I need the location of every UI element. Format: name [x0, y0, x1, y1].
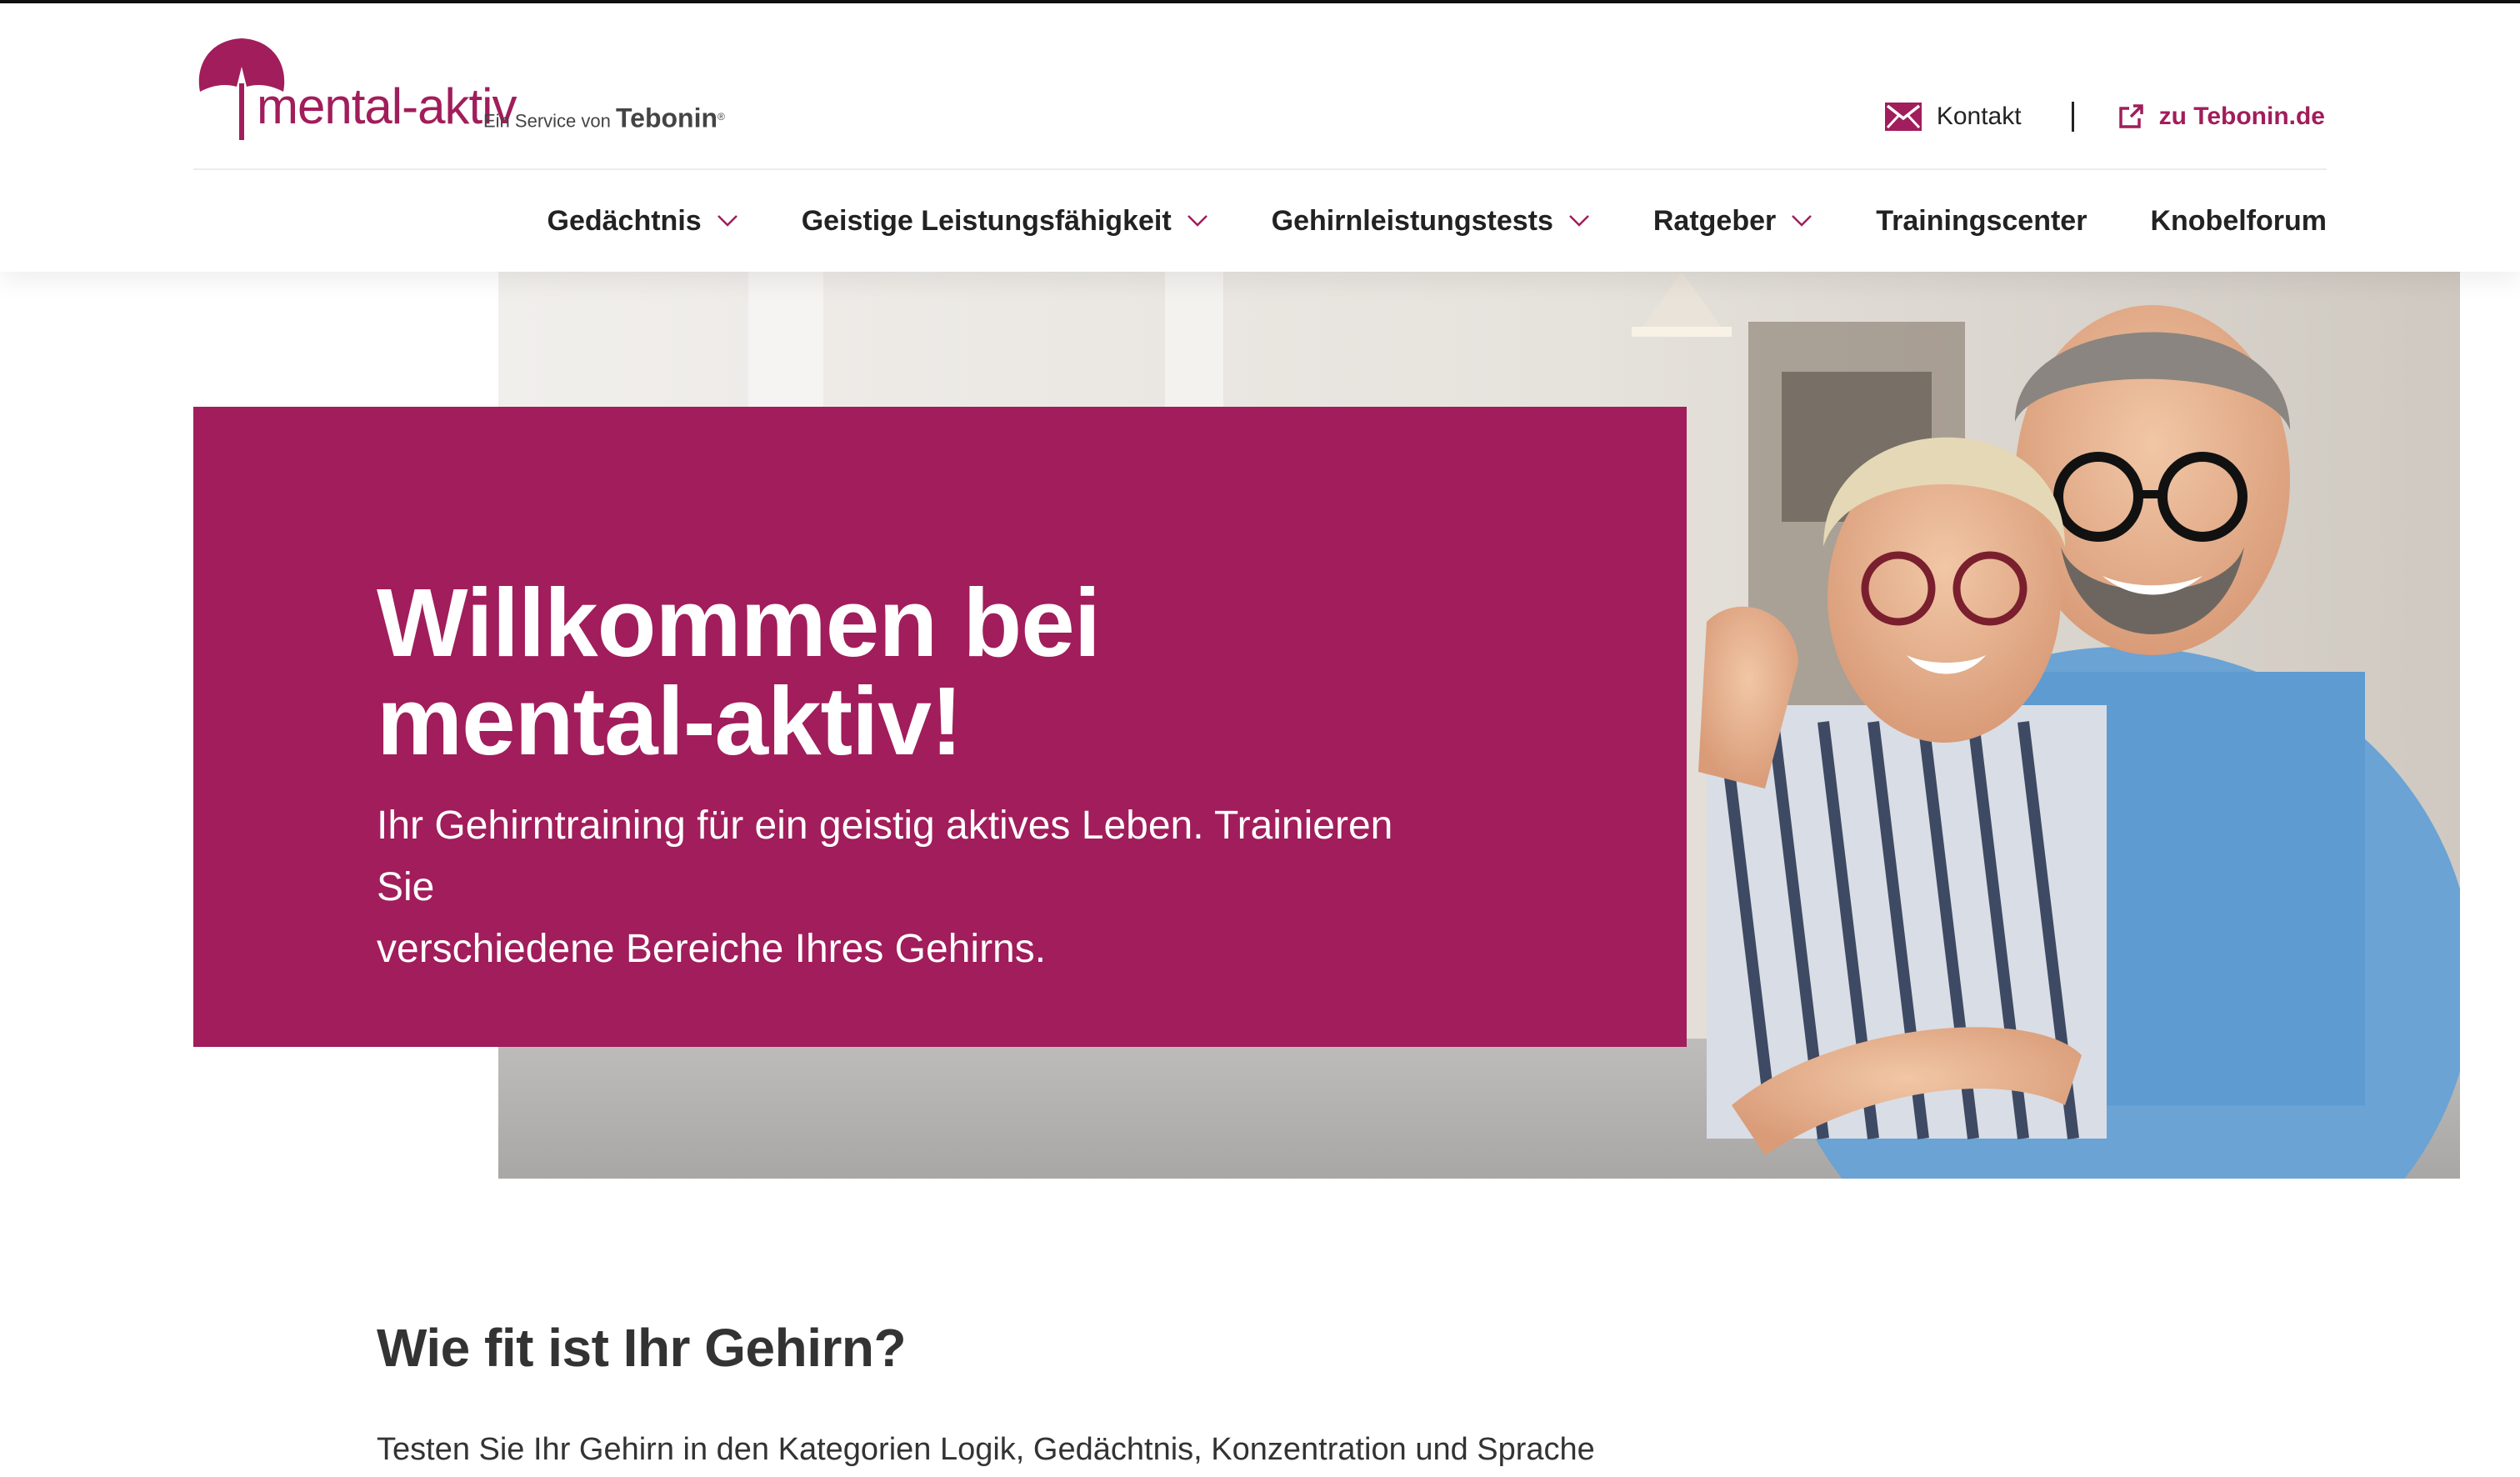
hero-title: Willkommen bei mental-aktiv!: [377, 573, 1460, 770]
site-logo[interactable]: mental-aktiv Ein Service von Tebonin®: [192, 33, 725, 142]
section-title: Wie fit ist Ihr Gehirn?: [377, 1318, 907, 1378]
hero-subtitle: Ihr Gehirntraining für ein geistig aktiv…: [377, 795, 1460, 980]
chevron-down-icon: [1568, 215, 1589, 227]
nav-item-label: Geistige Leistungsfähigkeit: [801, 204, 1172, 237]
header-divider: [193, 168, 2327, 170]
nav-item-gedaechtnis[interactable]: Gedächtnis: [548, 205, 738, 238]
main-nav: Gedächtnis Geistige Leistungsfähigkeit G…: [548, 200, 2327, 242]
hero-title-line2: mental-aktiv!: [377, 667, 963, 775]
logo-tebonin: Tebonin: [615, 103, 718, 133]
nav-item-gehirnleistungstests[interactable]: Gehirnleistungstests: [1272, 205, 1590, 238]
chevron-down-icon: [1792, 215, 1812, 227]
contact-label: Kontakt: [1936, 103, 2022, 130]
section-text: Testen Sie Ihr Gehirn in den Kategorien …: [377, 1432, 1595, 1467]
nav-item-trainingscenter[interactable]: Trainingscenter: [1876, 205, 2087, 238]
nav-item-ratgeber[interactable]: Ratgeber: [1653, 205, 1812, 238]
chevron-down-icon: [1187, 215, 1208, 227]
nav-item-knobelforum[interactable]: Knobelforum: [2150, 205, 2327, 238]
utility-nav: Kontakt zu Tebonin.de: [1884, 100, 2325, 133]
nav-item-label: Gehirnleistungstests: [1271, 204, 1553, 237]
external-link-label: zu Tebonin.de: [2158, 103, 2325, 130]
nav-item-label: Trainingscenter: [1876, 204, 2088, 237]
hero-title-line1: Willkommen bei: [377, 568, 1101, 677]
contact-link[interactable]: Kontakt: [1884, 103, 2022, 131]
utility-separator: [2071, 102, 2074, 132]
nav-item-label: Ratgeber: [1652, 204, 1777, 237]
nav-item-label: Gedächtnis: [547, 204, 702, 237]
nav-item-geistige-leistungsfaehigkeit[interactable]: Geistige Leistungsfähigkeit: [802, 205, 1208, 238]
chevron-down-icon: [717, 215, 738, 227]
hero-panel: Willkommen bei mental-aktiv! Ihr Gehirnt…: [193, 407, 1687, 1047]
hero-subtitle-line2: verschiedene Bereiche Ihres Gehirns.: [377, 927, 1047, 971]
hero-subtitle-line1: Ihr Gehirntraining für ein geistig aktiv…: [377, 804, 1393, 909]
mail-icon: [1884, 103, 1922, 131]
tebonin-external-link[interactable]: zu Tebonin.de: [2118, 103, 2325, 131]
site-header: mental-aktiv Ein Service von Tebonin® Ko…: [0, 3, 2520, 272]
external-link-icon: [2118, 104, 2143, 128]
logo-brand-text: mental-aktiv: [257, 78, 517, 134]
nav-item-label: Knobelforum: [2150, 204, 2327, 237]
logo-service-text: Ein Service von Tebonin®: [483, 103, 725, 133]
